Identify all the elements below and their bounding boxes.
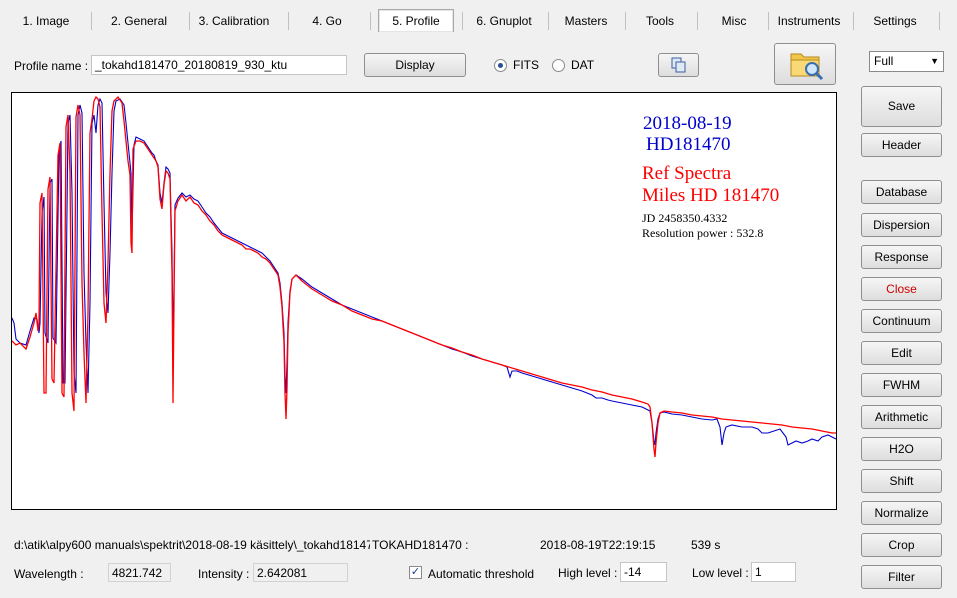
plot-resolution-power: Resolution power : 532.8 [642, 226, 764, 240]
tab-separator [462, 12, 463, 30]
database-button[interactable]: Database [861, 180, 942, 204]
tab-misc[interactable]: Misc [712, 10, 756, 32]
copy-button[interactable] [658, 53, 699, 77]
normalize-button[interactable]: Normalize [861, 501, 942, 525]
filter-button[interactable]: Filter [861, 565, 942, 589]
plot-reference-title: Ref Spectra [642, 163, 732, 184]
wavelength-value: 4821.742 [108, 563, 171, 582]
fits-radio-label: FITS [513, 58, 539, 72]
dat-radio[interactable] [552, 59, 565, 72]
h2o-button[interactable]: H2O [861, 437, 942, 461]
arithmetic-button[interactable]: Arithmetic [861, 405, 942, 429]
tab-instruments[interactable]: Instruments [774, 10, 844, 32]
exposure-time: 539 s [691, 538, 721, 552]
tab-image[interactable]: 1. Image [8, 10, 84, 32]
view-range-value: Full [874, 54, 894, 68]
view-range-select[interactable]: Full ▼ [869, 51, 944, 72]
tab-separator [189, 12, 190, 30]
tab-separator [939, 12, 940, 30]
fwhm-button[interactable]: FWHM [861, 373, 942, 397]
shift-button[interactable]: Shift [861, 469, 942, 493]
close-button[interactable]: Close [861, 277, 942, 301]
intensity-value: 2.642081 [253, 563, 348, 582]
tab-general[interactable]: 2. General [98, 10, 180, 32]
object-name-text: TOKAHD181470 : [372, 538, 469, 552]
plot-date-label: 2018-08-19 [643, 113, 732, 134]
tab-separator [853, 12, 854, 30]
high-level-label: High level : [558, 566, 618, 580]
crop-button[interactable]: Crop [861, 533, 942, 557]
tab-separator [625, 12, 626, 30]
copy-icon [671, 57, 686, 73]
tab-separator [370, 12, 371, 30]
tab-go[interactable]: 4. Go [296, 10, 358, 32]
folder-search-icon [790, 53, 824, 81]
tab-separator [548, 12, 549, 30]
tab-separator [768, 12, 769, 30]
tab-gnuplot[interactable]: 6. Gnuplot [468, 10, 540, 32]
tab-settings[interactable]: Settings [864, 10, 926, 32]
display-button[interactable]: Display [364, 53, 466, 77]
observation-datetime: 2018-08-19T22:19:15 [540, 538, 656, 552]
low-level-input[interactable]: 1 [751, 562, 796, 582]
spectrum-plot[interactable]: 2018-08-19 HD181470 Ref Spectra Miles HD… [11, 92, 837, 510]
automatic-threshold-label: Automatic threshold [428, 567, 535, 581]
dispersion-button[interactable]: Dispersion [861, 213, 942, 237]
save-button[interactable]: Save [861, 86, 942, 127]
plot-reference-name: Miles HD 181470 [642, 185, 780, 206]
high-level-input[interactable]: -14 [620, 562, 667, 582]
tab-calibration[interactable]: 3. Calibration [192, 10, 276, 32]
open-file-button[interactable] [774, 43, 836, 85]
profile-name-label: Profile name : [14, 59, 89, 73]
wavelength-label: Wavelength : [14, 567, 84, 581]
tab-tools[interactable]: Tools [636, 10, 684, 32]
edit-button[interactable]: Edit [861, 341, 942, 365]
continuum-button[interactable]: Continuum [861, 309, 942, 333]
tab-profile[interactable]: 5. Profile [378, 9, 454, 32]
tab-separator [697, 12, 698, 30]
dat-radio-label: DAT [571, 58, 595, 72]
file-path-text: d:\atik\alpy600 manuals\spektrit\2018-08… [14, 538, 370, 552]
plot-julian-date: JD 2458350.4332 [642, 211, 728, 225]
tab-separator [288, 12, 289, 30]
tab-bar: 1. Image 2. General 3. Calibration 4. Go… [0, 0, 957, 40]
profile-name-input[interactable]: _tokahd181470_20180819_930_ktu [91, 55, 347, 75]
tab-masters[interactable]: Masters [556, 10, 616, 32]
plot-object-label: HD181470 [646, 134, 731, 155]
low-level-label: Low level : [692, 566, 749, 580]
header-button[interactable]: Header [861, 133, 942, 157]
intensity-label: Intensity : [198, 567, 250, 581]
tab-separator [91, 12, 92, 30]
fits-radio[interactable] [494, 59, 507, 72]
chevron-down-icon: ▼ [930, 56, 939, 66]
automatic-threshold-checkbox[interactable]: ✓ [409, 566, 422, 579]
response-button[interactable]: Response [861, 245, 942, 269]
